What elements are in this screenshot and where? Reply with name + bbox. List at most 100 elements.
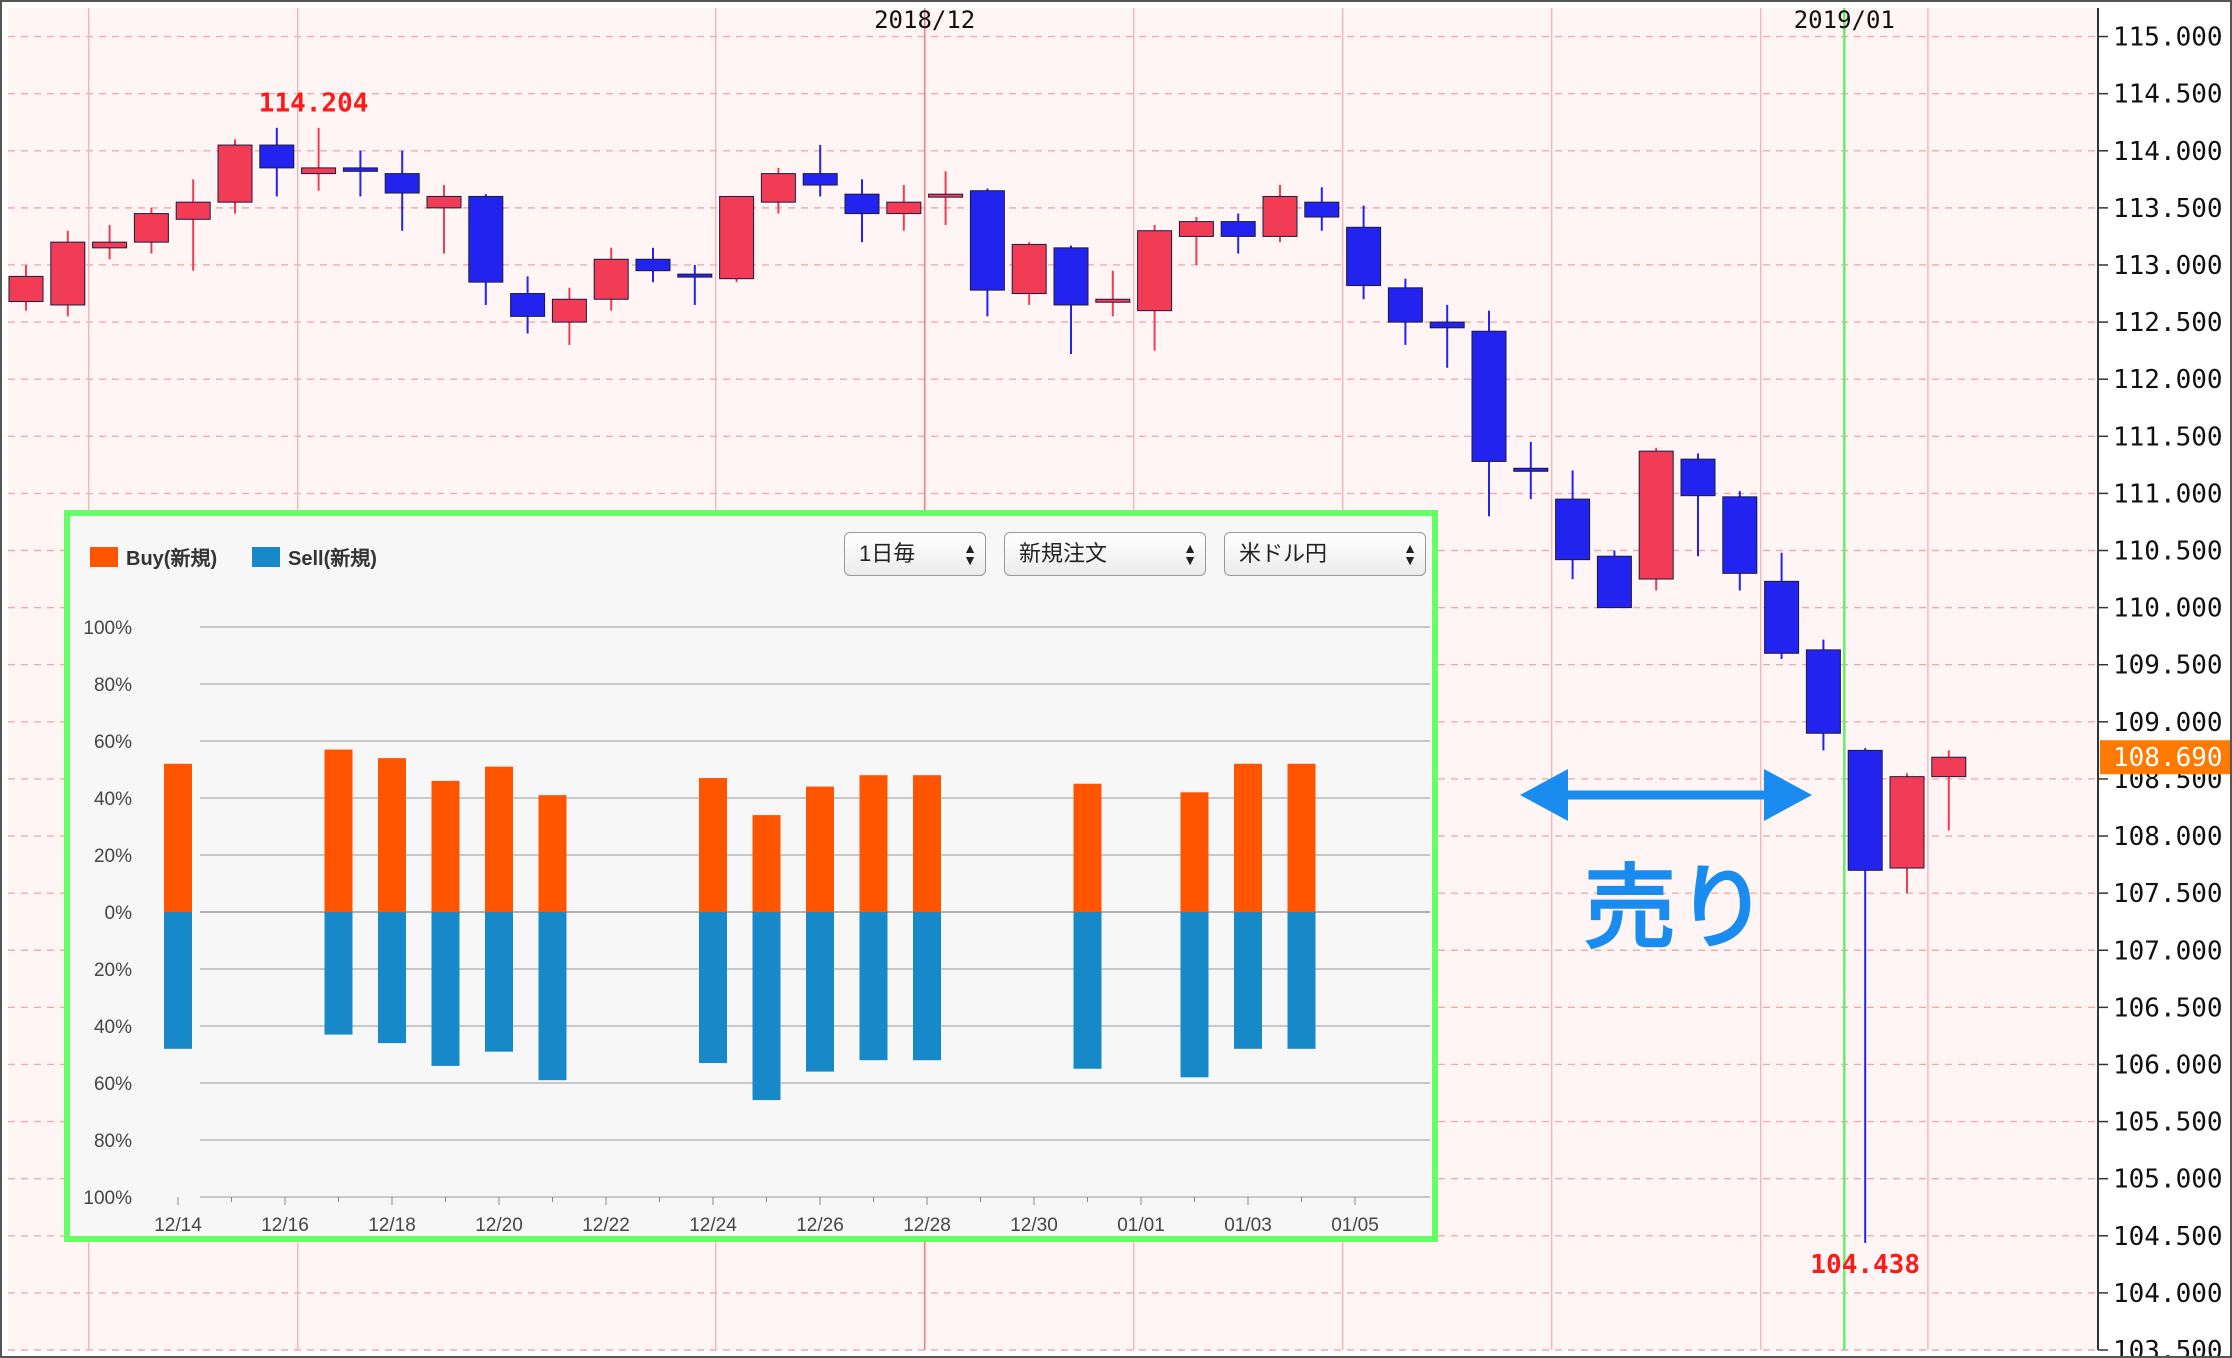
sentiment-x-tick-label: 12/26	[796, 1215, 844, 1236]
sell-bar	[752, 912, 781, 1101]
buy-bar	[378, 758, 406, 912]
candle-body	[1095, 298, 1131, 303]
legend-buy-label: Buy(新規)	[126, 548, 218, 570]
candle-body	[802, 173, 838, 186]
candle-body	[259, 144, 295, 169]
currency-pair-select-value: 米ドル円	[1239, 541, 1328, 566]
candle-body	[1680, 458, 1716, 497]
buy-bar	[164, 763, 192, 912]
candle-body	[510, 293, 546, 317]
candle-body	[760, 173, 796, 203]
price-tick-label: 109.500	[2113, 651, 2223, 681]
sentiment-y-tick-label: 80%	[94, 675, 132, 696]
sentiment-x-tick-label: 12/24	[689, 1215, 737, 1236]
buy-bar	[699, 778, 727, 912]
chart-screen: 2018/12 2019/01 114.204 104.438 115.000 114.5…	[0, 0, 2232, 1358]
price-tick-label: 112.500	[2113, 308, 2223, 338]
candle-body	[1555, 498, 1591, 561]
candle-body	[301, 167, 337, 175]
price-tick-label: 113.500	[2113, 194, 2223, 224]
candle-body	[928, 193, 964, 198]
buy-bar	[485, 766, 513, 912]
candle-body	[1053, 247, 1089, 306]
sell-bar	[1073, 912, 1102, 1069]
select-arrows-icon: ▲ ▼	[1403, 540, 1417, 568]
candle-body	[593, 258, 629, 300]
candle-body	[342, 167, 378, 172]
buy-bar	[431, 780, 460, 912]
candle-body	[1805, 649, 1841, 734]
sell-bar	[164, 912, 192, 1049]
panel-toolbar: Buy(新規) Sell(新規) 1日毎 ▲ ▼ 新規注文 ▲ ▼ 米ドル円 ▲ ▼	[70, 516, 1432, 586]
sentiment-y-tick-label: 40%	[94, 1017, 132, 1038]
high-price-label: 114.204	[259, 88, 369, 118]
sentiment-y-tick-label: 40%	[94, 789, 132, 810]
sentiment-x-tick-label: 12/20	[475, 1215, 523, 1236]
order-type-select[interactable]: 新規注文 ▲ ▼	[1004, 532, 1206, 576]
buy-bar	[1073, 783, 1102, 912]
candle-body	[1638, 450, 1674, 580]
sell-bar	[1287, 912, 1316, 1049]
sentiment-x-tick-label: 01/03	[1224, 1215, 1272, 1236]
candle-body	[1346, 226, 1382, 287]
sell-bar	[699, 912, 727, 1064]
price-tick-label: 108.000	[2113, 822, 2223, 852]
buy-bar	[806, 786, 834, 912]
candle-body	[1137, 230, 1173, 312]
buy-bar	[1287, 763, 1316, 912]
price-tick-label: 115.000	[2113, 23, 2223, 53]
candle-body	[969, 190, 1005, 291]
order-type-select-value: 新規注文	[1019, 541, 1108, 566]
sentiment-x-tick-label: 12/14	[154, 1215, 202, 1236]
buy-bar	[324, 749, 353, 912]
candle-body	[1889, 776, 1925, 869]
candle-body	[1764, 580, 1800, 654]
sentiment-y-tick-label: 80%	[94, 1131, 132, 1152]
price-tick-label: 107.500	[2113, 879, 2223, 909]
candle-body	[50, 241, 86, 306]
buy-bar	[538, 795, 567, 912]
candle-body	[886, 201, 922, 215]
candle-body	[844, 193, 880, 215]
candle-body	[8, 275, 44, 303]
price-tick-label: 103.500	[2113, 1336, 2223, 1358]
current-price-label: 108.690	[2113, 743, 2223, 773]
candle-body	[1429, 321, 1465, 329]
candle-body	[1304, 201, 1340, 218]
price-tick-label: 110.000	[2113, 594, 2223, 624]
price-tick-label: 113.000	[2113, 251, 2223, 281]
sentiment-y-tick-label: 100%	[83, 1188, 132, 1209]
price-tick-label: 112.000	[2113, 365, 2223, 395]
candle-body	[384, 173, 420, 194]
price-tick-label: 110.500	[2113, 537, 2223, 567]
sell-bar	[324, 912, 353, 1035]
sentiment-y-tick-label: 100%	[83, 618, 132, 639]
legend-sell-label: Sell(新規)	[288, 548, 377, 570]
select-arrows-icon: ▲ ▼	[1183, 540, 1197, 568]
sentiment-bar-chart: 100% 80% 60% 40% 20% 0% 20% 40% 60% 80% 100% 12/14 1…	[83, 618, 1430, 1236]
sell-bar	[431, 912, 460, 1066]
buy-bar	[913, 775, 941, 912]
candle-body	[1596, 555, 1632, 609]
price-tick-label: 105.500	[2113, 1108, 2223, 1138]
select-arrows-icon: ▲ ▼	[963, 540, 977, 568]
candle-body	[1178, 221, 1214, 237]
period-select[interactable]: 1日毎 ▲ ▼	[844, 532, 986, 576]
sentiment-x-tick-label: 12/16	[261, 1215, 309, 1236]
month-label: 2019/01	[1794, 6, 1895, 34]
sentiment-y-tick-label: 20%	[94, 846, 132, 867]
legend-buy: Buy(新規)	[90, 542, 217, 571]
sell-bar	[485, 912, 513, 1052]
buy-swatch-icon	[90, 546, 118, 567]
sentiment-x-tick-label: 12/18	[368, 1215, 416, 1236]
price-tick-label: 114.000	[2113, 137, 2223, 167]
currency-pair-select[interactable]: 米ドル円 ▲ ▼	[1224, 532, 1426, 576]
period-select-value: 1日毎	[859, 541, 916, 566]
candle-body	[635, 258, 671, 272]
legend-sell: Sell(新規)	[252, 542, 377, 571]
candle-body	[133, 213, 169, 243]
sell-bar	[1180, 912, 1209, 1078]
month-label: 2018/12	[874, 6, 975, 34]
sentiment-x-tick-label: 12/22	[582, 1215, 630, 1236]
sell-bar	[859, 912, 888, 1061]
